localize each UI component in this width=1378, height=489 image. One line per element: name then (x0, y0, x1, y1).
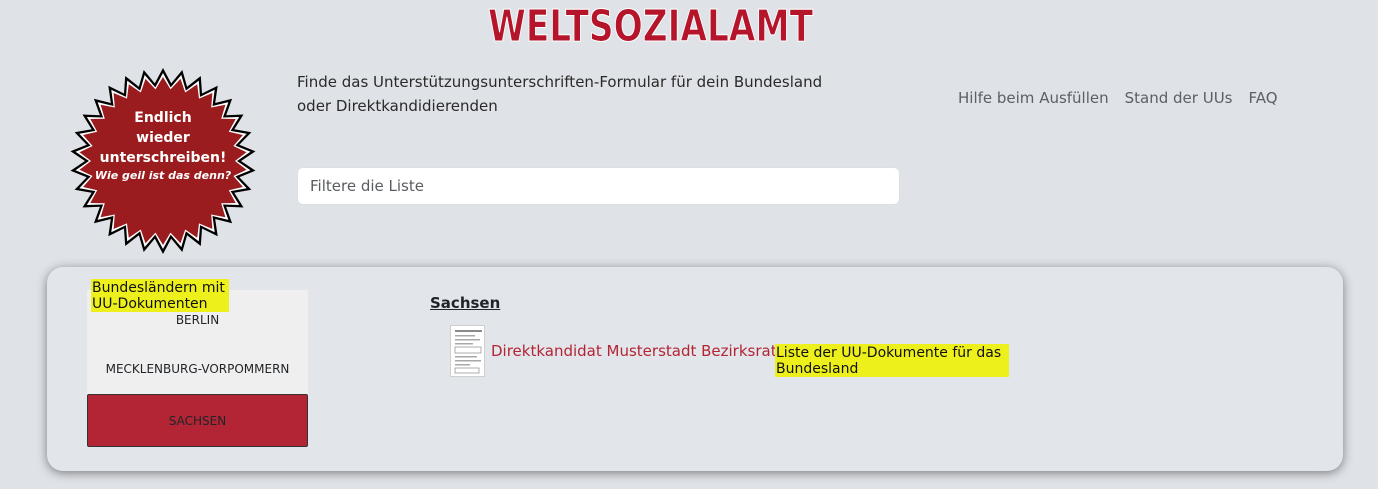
filter-input[interactable] (297, 167, 900, 205)
state-list: BERLIN MECKLENBURG-VORPOMMERN SACHSEN (87, 290, 308, 447)
badge-subline: Wie geil ist das denn? (94, 169, 232, 182)
nav-link-help[interactable]: Hilfe beim Ausfüllen (958, 88, 1109, 108)
region-title: Sachsen (430, 294, 501, 312)
annotation-state-list: Bundesländern mit UU-Dokumenten (91, 279, 229, 312)
badge-line-3: unterschreiben! (99, 150, 227, 166)
intro-text: Finde das Unterstützungsunterschriften-F… (297, 73, 823, 115)
badge-starburst: Endlich wieder unterschreiben! Wie geil … (66, 68, 260, 254)
nav-link-status[interactable]: Stand der UUs (1125, 88, 1233, 108)
document-link[interactable]: Direktkandidat Musterstadt Bezirksrat (491, 342, 777, 360)
badge-line-2: wieder (136, 130, 190, 146)
badge-text: Endlich wieder unterschreiben! Wie geil … (66, 108, 260, 184)
annotation-document-list: Liste der UU-Dokumente für das Bundeslan… (775, 344, 1009, 377)
state-item-berlin[interactable]: BERLIN (87, 310, 308, 330)
document-thumbnail-icon[interactable] (450, 325, 485, 377)
documents-panel: BERLIN MECKLENBURG-VORPOMMERN SACHSEN Bu… (47, 267, 1343, 471)
nav-link-faq[interactable]: FAQ (1249, 88, 1278, 108)
document-item[interactable]: Direktkandidat Musterstadt Bezirksrat (450, 325, 777, 377)
top-navigation: Hilfe beim Ausfüllen Stand der UUs FAQ (958, 88, 1278, 108)
state-item-mecklenburg-vorpommern[interactable]: MECKLENBURG-VORPOMMERN (87, 356, 308, 382)
state-item-sachsen[interactable]: SACHSEN (87, 394, 308, 447)
site-logo[interactable]: WELTSOZIALAMT (488, 1, 814, 52)
badge-line-1: Endlich (134, 110, 192, 126)
